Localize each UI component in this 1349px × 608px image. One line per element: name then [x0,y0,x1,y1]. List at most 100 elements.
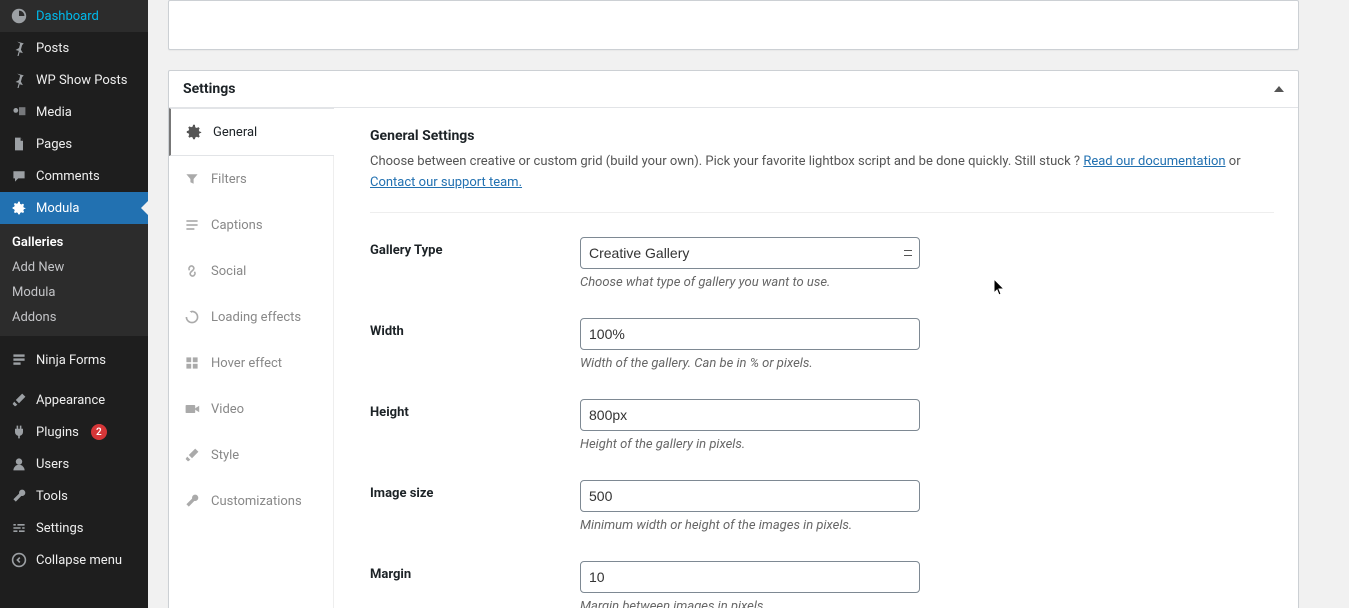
sidebar-item-label: Pages [36,137,72,152]
sidebar-item-comments[interactable]: Comments [0,160,148,192]
sidebar-item-tools[interactable]: Tools [0,480,148,512]
settings-tab-loading[interactable]: Loading effects [169,294,333,340]
sidebar-item-media[interactable]: Media [0,96,148,128]
sidebar-subitem-modula[interactable]: Modula [0,280,148,305]
settings-tab-hover[interactable]: Hover effect [169,340,333,386]
sidebar-item-users[interactable]: Users [0,448,148,480]
wrench-icon [10,487,28,505]
sidebar-subitem-addons[interactable]: Addons [0,305,148,330]
sidebar-item-appearance[interactable]: Appearance [0,384,148,416]
settings-tab-style[interactable]: Style [169,432,333,478]
sidebar-subitem-galleries[interactable]: Galleries [0,230,148,255]
settings-tabs: General Filters Captions [169,108,334,608]
sidebar-item-dashboard[interactable]: Dashboard [0,0,148,32]
page-icon [10,135,28,153]
sidebar-item-label: Collapse menu [36,553,122,568]
field-help: Width of the gallery. Can be in % or pix… [580,356,920,371]
sliders-icon [10,519,28,537]
loading-icon [183,308,201,326]
sidebar-item-label: Media [36,105,72,120]
settings-tab-filters[interactable]: Filters [169,156,333,202]
main-content: Settings General [148,0,1319,608]
field-label: Image size [370,480,580,501]
field-help: Minimum width or height of the images in… [580,518,920,533]
sidebar-item-ninjaforms[interactable]: Ninja Forms [0,344,148,376]
brush-icon [10,391,28,409]
gallery-type-select[interactable]: Creative Gallery [580,237,920,269]
link-icon [183,262,201,280]
funnel-icon [183,170,201,188]
settings-tab-video[interactable]: Video [169,386,333,432]
top-panel-spacer [168,0,1299,50]
settings-tab-customizations[interactable]: Customizations [169,478,333,524]
height-input[interactable] [580,399,920,431]
width-input[interactable] [580,318,920,350]
image-size-input[interactable] [580,480,920,512]
gear-icon [185,123,203,141]
settings-tab-label: Filters [211,172,247,187]
wrench-icon [183,492,201,510]
settings-tab-label: Video [211,402,244,417]
sidebar-item-plugins[interactable]: Plugins 2 [0,416,148,448]
support-link[interactable]: Contact our support team. [370,175,522,190]
sidebar-item-label: Dashboard [36,9,99,24]
sidebar-subitem-addnew[interactable]: Add New [0,255,148,280]
docs-link[interactable]: Read our documentation [1083,154,1225,169]
divider [370,212,1274,213]
pin-icon [10,39,28,57]
settings-tab-general[interactable]: General [169,108,334,156]
pin-icon [10,71,28,89]
sidebar-item-label: Ninja Forms [36,353,106,368]
settings-tab-label: Captions [211,218,263,233]
field-gallery-type: Gallery Type Creative Gallery Choose wha… [370,237,1274,290]
sidebar-item-label: Settings [36,521,83,536]
plug-icon [10,423,28,441]
settings-tab-captions[interactable]: Captions [169,202,333,248]
sidebar-item-label: Appearance [36,393,105,408]
sidebar-submenu-modula: Galleries Add New Modula Addons [0,224,148,336]
sidebar-item-label: Posts [36,41,69,56]
sidebar-item-label: WP Show Posts [36,73,127,88]
settings-tab-label: Loading effects [211,310,301,325]
settings-panel-title: Settings [183,81,235,97]
sidebar-item-pages[interactable]: Pages [0,128,148,160]
general-settings-intro: Choose between creative or custom grid (… [370,152,1274,194]
settings-content: General Settings Choose between creative… [334,108,1298,608]
collapse-icon [10,551,28,569]
gear-icon [10,199,28,217]
field-height: Height Height of the gallery in pixels. [370,399,1274,452]
sidebar-item-label: Modula [36,201,80,216]
settings-tab-label: Style [211,448,239,463]
field-image-size: Image size Minimum width or height of th… [370,480,1274,533]
field-label: Width [370,318,580,339]
sidebar-item-settings[interactable]: Settings [0,512,148,544]
sidebar-item-label: Comments [36,169,100,184]
sidebar-item-wpshowposts[interactable]: WP Show Posts [0,64,148,96]
field-help: Choose what type of gallery you want to … [580,275,920,290]
settings-panel: Settings General [168,70,1299,608]
sidebar-item-label: Plugins [36,425,79,440]
settings-tab-label: General [213,125,257,140]
field-width: Width Width of the gallery. Can be in % … [370,318,1274,371]
chevron-up-icon[interactable] [1274,86,1284,92]
settings-tab-label: Customizations [211,494,302,509]
sidebar-item-label: Tools [36,489,68,504]
margin-input[interactable] [580,561,920,593]
dashboard-icon [10,7,28,25]
list-icon [183,216,201,234]
sidebar-item-label: Users [36,457,69,472]
field-margin: Margin Margin between images in pixels. [370,561,1274,608]
field-help: Height of the gallery in pixels. [580,437,920,452]
user-icon [10,455,28,473]
settings-tab-label: Social [211,264,246,279]
sidebar-item-collapse[interactable]: Collapse menu [0,544,148,576]
sidebar-item-posts[interactable]: Posts [0,32,148,64]
settings-panel-header[interactable]: Settings [169,71,1298,108]
settings-tab-social[interactable]: Social [169,248,333,294]
field-help: Margin between images in pixels. [580,599,920,608]
sidebar-item-modula[interactable]: Modula [0,192,148,224]
comment-icon [10,167,28,185]
settings-tab-label: Hover effect [211,356,282,371]
update-badge: 2 [91,424,107,440]
grid-icon [183,354,201,372]
